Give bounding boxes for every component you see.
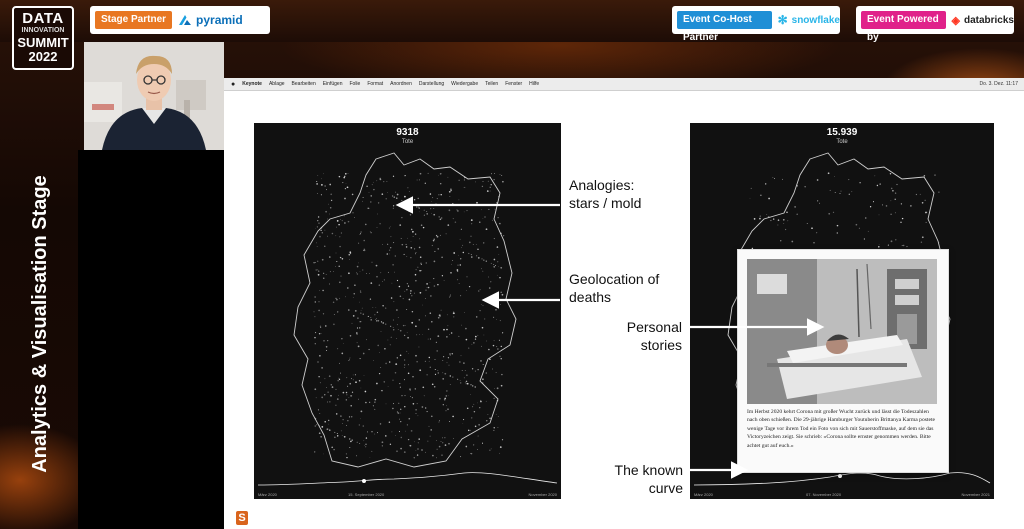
left-map-panel: 9318 Tote März 2020 15. September 2020 N… [254, 123, 561, 499]
annotation-line: curve [648, 480, 683, 496]
axis-label: 15. September 2020 [348, 492, 385, 497]
menubar-clock: Do. 3. Dez. 11:17 [979, 81, 1018, 87]
axis-label: 07. November 2020 [806, 492, 842, 497]
menu-item-format[interactable]: Format [367, 81, 383, 87]
hospital-photo-image [747, 259, 937, 404]
databricks-icon: ◈ [951, 14, 960, 27]
mac-menubar: ● Keynote Ablage Bearbeiten Einfügen Fol… [224, 78, 1024, 91]
stage-label: Analytics & Visualisation Stage [29, 175, 51, 473]
menu-item-ablage[interactable]: Ablage [269, 81, 285, 87]
annotation-personal: Personal stories [624, 318, 682, 354]
shared-screen: ● Keynote Ablage Bearbeiten Einfügen Fol… [224, 78, 1024, 529]
twitter-icon [938, 511, 952, 522]
axis-label: November 2021 [961, 492, 990, 497]
menu-app-name[interactable]: Keynote [242, 81, 262, 87]
menu-item-fenster[interactable]: Fenster [505, 81, 522, 87]
annotation-line: Analogies: [569, 177, 635, 193]
personal-story-card: Im Herbst 2020 kehrt Corona mit großer W… [737, 249, 949, 473]
axis-label: November 2020 [528, 492, 557, 497]
sponsor-brand: pyramid [196, 13, 243, 27]
logo-line-2: INNOVATION [21, 27, 65, 34]
menu-item-folie[interactable]: Folie [349, 81, 360, 87]
curve-marker [362, 479, 366, 483]
annotation-line: stars / mold [569, 195, 642, 211]
sponsor-tag: Event Powered by [861, 11, 946, 43]
annotation-line: The known [614, 462, 683, 478]
menu-item-darstellung[interactable]: Darstellung [419, 81, 444, 87]
sponsor-tag: Stage Partner [95, 11, 173, 29]
powered-by-badge: Event Powered by ◈ databricks [856, 6, 1015, 43]
apple-icon[interactable]: ● [231, 81, 235, 88]
speaker-image [84, 42, 224, 150]
slide-brand-logo: S [236, 511, 248, 525]
left-time-axis: März 2020 15. September 2020 November 20… [258, 489, 557, 497]
co-host-partner-badge: Event Co-Host Partner ✻ snowflake [672, 6, 840, 43]
snowflake-icon: ✻ [777, 13, 788, 27]
annotation-line: Personal [626, 319, 682, 335]
stage-partner-badge: Stage Partner pyramid [90, 6, 270, 34]
sponsor-tag: Event Co-Host Partner [677, 11, 772, 43]
annotation-geolocation: Geolocation of deaths [569, 270, 659, 306]
pyramid-icon [179, 15, 192, 25]
germany-dot-map-left [293, 152, 517, 468]
annotation-line: deaths [569, 289, 612, 305]
story-text: Im Herbst 2020 kehrt Corona mit großer W… [747, 409, 936, 449]
annotation-line: stories [640, 337, 682, 353]
menu-item-einfuegen[interactable]: Einfügen [323, 81, 343, 87]
curve-marker [838, 474, 842, 478]
speaker-webcam [84, 42, 224, 150]
logo-line-3: SUMMIT [17, 35, 69, 50]
twitter-handle: @h_i_g_s_c_h [938, 511, 1016, 523]
menu-item-bearbeiten[interactable]: Bearbeiten [292, 81, 316, 87]
menu-item-wiedergabe[interactable]: Wiedergabe [451, 81, 478, 87]
left-curve-chart [257, 472, 558, 486]
menu-item-anordnen[interactable]: Anordnen [390, 81, 412, 87]
axis-label: März 2020 [258, 492, 277, 497]
annotation-line: Geolocation of [569, 271, 660, 287]
sponsor-brand: databricks [963, 14, 1014, 26]
handle-text: @h_i_g_s_c_h [955, 512, 1016, 522]
logo-line-4: 2022 [28, 49, 58, 64]
pyramid-logo: pyramid [178, 13, 243, 27]
annotation-curve: The known curve [609, 461, 683, 497]
snowflake-logo: ✻ snowflake [778, 13, 840, 27]
axis-label: März 2020 [694, 492, 713, 497]
databricks-logo: ◈ databricks [952, 14, 1015, 27]
right-time-axis: März 2020 07. November 2020 November 202… [694, 489, 990, 497]
menu-item-hilfe[interactable]: Hilfe [529, 81, 539, 87]
hospital-photo [747, 259, 937, 404]
event-logo: DATA INNOVATION SUMMIT 2022 [12, 6, 74, 70]
logo-line-1: DATA [22, 10, 64, 27]
annotation-analogies: Analogies: stars / mold [569, 176, 641, 212]
speaker-panel-shadow [78, 150, 224, 529]
menu-item-teilen[interactable]: Teilen [485, 81, 498, 87]
presentation-slide: 9318 Tote März 2020 15. September 2020 N… [224, 91, 1024, 529]
sponsor-brand: snowflake [791, 14, 840, 26]
